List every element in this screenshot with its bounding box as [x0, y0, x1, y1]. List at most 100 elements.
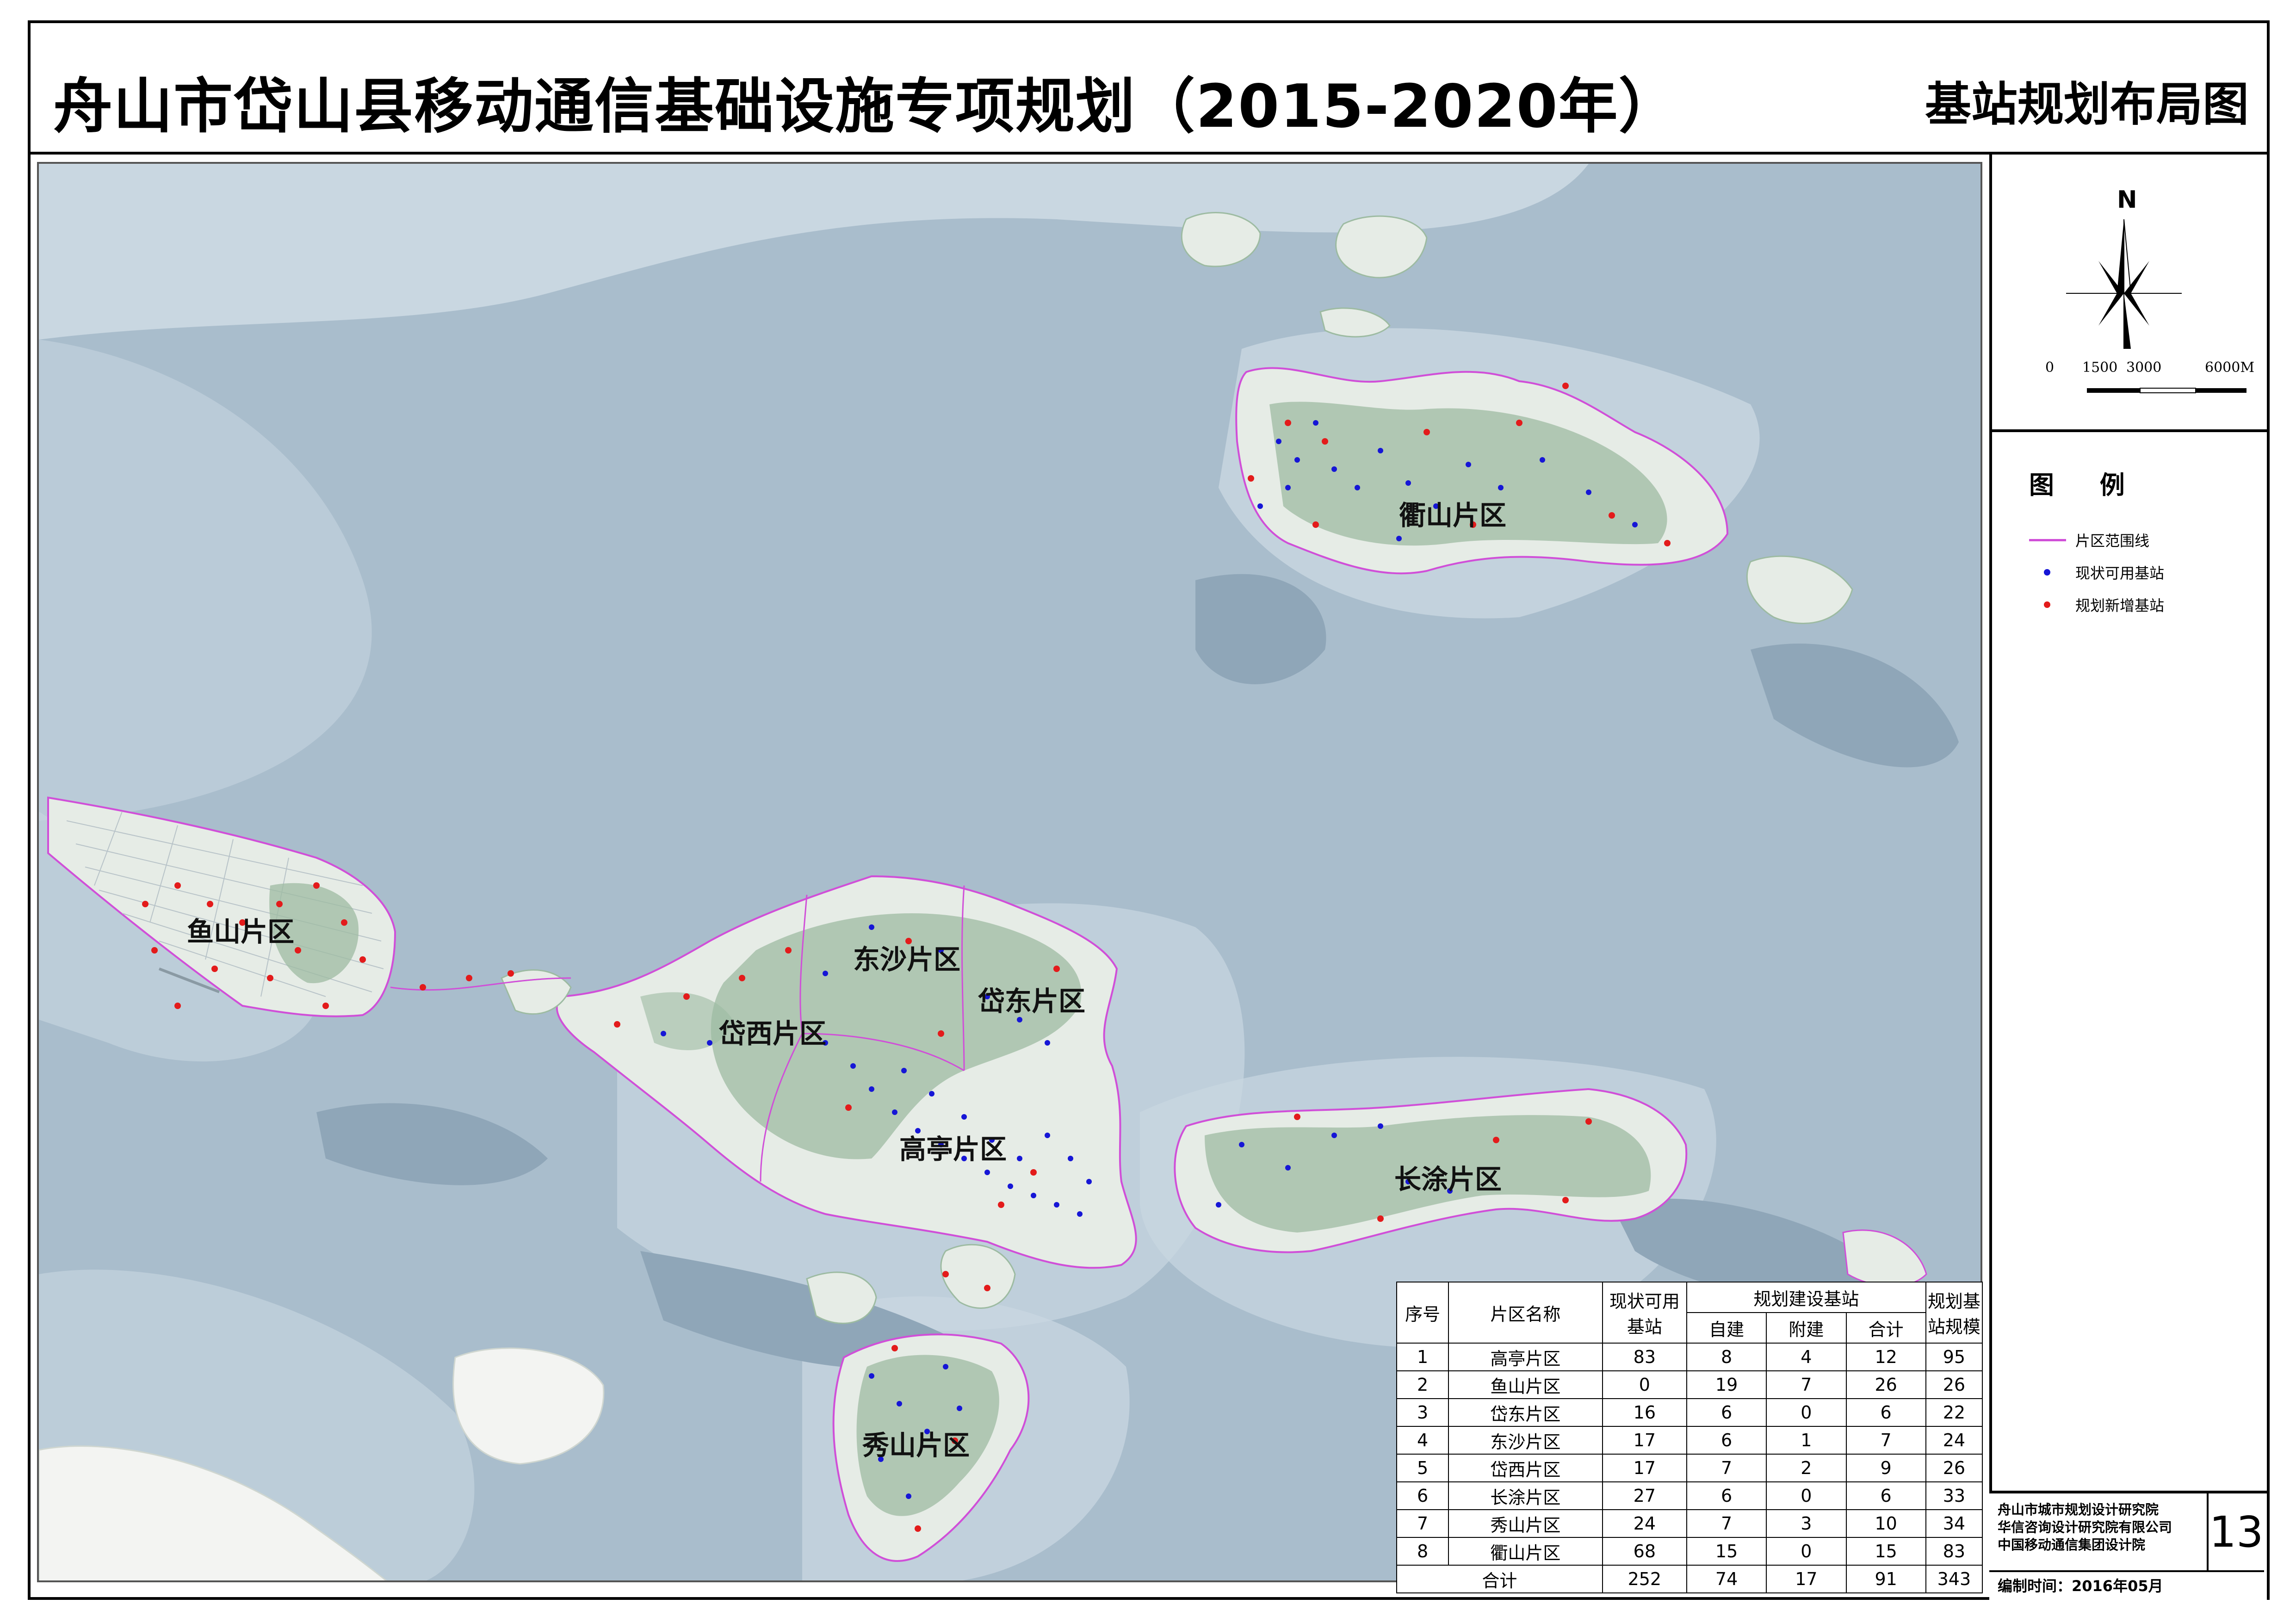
cell-subtotal: 12	[1845, 1343, 1926, 1371]
cell-self: 7	[1686, 1454, 1767, 1482]
cell-attached: 0	[1766, 1537, 1847, 1566]
cell-total-existing: 252	[1602, 1565, 1687, 1593]
cell-self: 6	[1686, 1426, 1767, 1455]
cell-seq: 7	[1396, 1509, 1449, 1538]
region-label-dongsha: 东沙片区	[853, 944, 960, 975]
cell-seq: 4	[1396, 1426, 1449, 1455]
north-arrow-icon	[2066, 219, 2182, 349]
cell-attached: 4	[1766, 1343, 1847, 1371]
table-row: 2 鱼山片区 0 19 7 26 26	[1396, 1370, 1983, 1399]
legend-title: 图 例	[2029, 471, 2143, 500]
header-self-built: 自建	[1686, 1312, 1767, 1344]
cell-seq: 2	[1396, 1370, 1449, 1399]
cell-total-self: 74	[1686, 1565, 1767, 1593]
region-label-daixi: 岱西片区	[718, 1018, 826, 1049]
cell-name: 东沙片区	[1448, 1426, 1603, 1455]
cell-subtotal: 6	[1845, 1481, 1926, 1510]
cell-attached: 2	[1766, 1454, 1847, 1482]
header-name: 片区名称	[1448, 1282, 1603, 1344]
cell-name: 衢山片区	[1448, 1537, 1603, 1566]
legend-label: 规划新增基站	[2075, 597, 2165, 614]
table-row: 3 岱东片区 16 6 0 6 22	[1396, 1398, 1983, 1427]
stats-table-container: 序号 片区名称 现状可用基站 规划建设基站 规划基站规模 自建 附建 合计 1 …	[1396, 1282, 1983, 1593]
cell-subtotal: 9	[1845, 1454, 1926, 1482]
scale-label: 6000M	[2205, 359, 2254, 376]
region-label-changtu: 长涂片区	[1394, 1164, 1502, 1195]
header-planned-group: 规划建设基站	[1686, 1282, 1926, 1313]
cell-existing: 0	[1602, 1370, 1687, 1399]
table-row: 4 东沙片区 17 6 1 7 24	[1396, 1426, 1983, 1455]
table-row: 1 高亭片区 83 8 4 12 95	[1396, 1343, 1983, 1371]
region-label-yushan: 鱼山片区	[187, 916, 294, 948]
cell-name: 岱东片区	[1448, 1398, 1603, 1427]
boundary-line-icon	[2029, 533, 2066, 547]
region-label-xiushan: 秀山片区	[862, 1430, 970, 1461]
cell-seq: 6	[1396, 1481, 1449, 1510]
cell-existing: 24	[1602, 1509, 1687, 1538]
cell-attached: 3	[1766, 1509, 1847, 1538]
credit-line: 舟山市城市规划设计研究院	[1998, 1502, 2159, 1518]
cell-existing: 17	[1602, 1426, 1687, 1455]
cell-existing: 17	[1602, 1454, 1687, 1482]
header-scale: 规划基站规模	[1925, 1282, 1983, 1344]
legend-item-boundary: 片区范围线	[2029, 529, 2149, 551]
cell-attached: 7	[1766, 1370, 1847, 1399]
cell-self: 6	[1686, 1481, 1767, 1510]
scale-label: 1500	[2082, 359, 2117, 376]
cell-scale: 22	[1925, 1398, 1983, 1427]
sheet-number: 13	[2207, 1493, 2264, 1570]
cell-self: 6	[1686, 1398, 1767, 1427]
header-existing: 现状可用基站	[1602, 1282, 1687, 1344]
header-subtotal: 合计	[1845, 1312, 1926, 1344]
credit-line: 中国移动通信集团设计院	[1998, 1537, 2146, 1553]
title-bar: 舟山市岱山县移动通信基础设施专项规划（2015-2020年） 基站规划布局图	[28, 20, 2270, 155]
cell-existing: 16	[1602, 1398, 1687, 1427]
cell-seq: 1	[1396, 1343, 1449, 1371]
cell-scale: 26	[1925, 1454, 1983, 1482]
cell-name: 长涂片区	[1448, 1481, 1603, 1510]
cell-scale: 83	[1925, 1537, 1983, 1566]
legend-label: 片区范围线	[2075, 532, 2150, 550]
cell-seq: 3	[1396, 1398, 1449, 1427]
legend-item-existing: 现状可用基站	[2029, 562, 2164, 583]
cell-total-attached: 17	[1766, 1565, 1847, 1593]
cell-existing: 27	[1602, 1481, 1687, 1510]
cell-existing: 68	[1602, 1537, 1687, 1566]
cell-seq: 8	[1396, 1537, 1449, 1566]
blue-dot-icon	[2029, 565, 2066, 579]
table-row: 6 长涂片区 27 6 0 6 33	[1396, 1481, 1983, 1510]
map-title: 舟山市岱山县移动通信基础设施专项规划（2015-2020年）	[53, 72, 1679, 141]
cell-self: 7	[1686, 1509, 1767, 1538]
cell-name: 高亭片区	[1448, 1343, 1603, 1371]
table-row: 8 衢山片区 68 15 0 15 83	[1396, 1537, 1983, 1566]
legend-item-planned: 规划新增基站	[2029, 594, 2164, 615]
map-subtitle: 基站规划布局图	[1925, 77, 2249, 131]
region-label-daidong: 岱东片区	[978, 985, 1085, 1017]
table-row: 7 秀山片区 24 7 3 10 34	[1396, 1509, 1983, 1538]
cell-name: 鱼山片区	[1448, 1370, 1603, 1399]
cell-name: 岱西片区	[1448, 1454, 1603, 1482]
cell-total-scale: 343	[1925, 1565, 1983, 1593]
header-attached: 附建	[1766, 1312, 1847, 1344]
cell-subtotal: 6	[1845, 1398, 1926, 1427]
cell-scale: 95	[1925, 1343, 1983, 1371]
table-row: 5 岱西片区 17 7 2 9 26	[1396, 1454, 1983, 1482]
stats-table: 序号 片区名称 现状可用基站 规划建设基站 规划基站规模 自建 附建 合计 1 …	[1396, 1282, 1983, 1593]
cell-scale: 24	[1925, 1426, 1983, 1455]
cell-self: 15	[1686, 1537, 1767, 1566]
header-seq: 序号	[1396, 1282, 1449, 1344]
cell-total-subtotal: 91	[1845, 1565, 1926, 1593]
scale-label: 0	[2045, 359, 2054, 376]
cell-scale: 34	[1925, 1509, 1983, 1538]
north-label: N	[2117, 186, 2137, 214]
cell-subtotal: 26	[1845, 1370, 1926, 1399]
red-dot-icon	[2029, 598, 2066, 612]
cell-existing: 83	[1602, 1343, 1687, 1371]
cell-seq: 5	[1396, 1454, 1449, 1482]
cell-scale: 33	[1925, 1481, 1983, 1510]
credits-lines: 舟山市城市规划设计研究院 华信咨询设计研究院有限公司 中国移动通信集团设计院	[1998, 1501, 2215, 1554]
side-panel: N 0 1500 3000 6000M 图 例 片区范围线 现状可用基站 规划新…	[1989, 155, 2267, 1597]
cell-attached: 1	[1766, 1426, 1847, 1455]
cell-scale: 26	[1925, 1370, 1983, 1399]
credits-box: 舟山市城市规划设计研究院 华信咨询设计研究院有限公司 中国移动通信集团设计院 1…	[1989, 1491, 2267, 1600]
